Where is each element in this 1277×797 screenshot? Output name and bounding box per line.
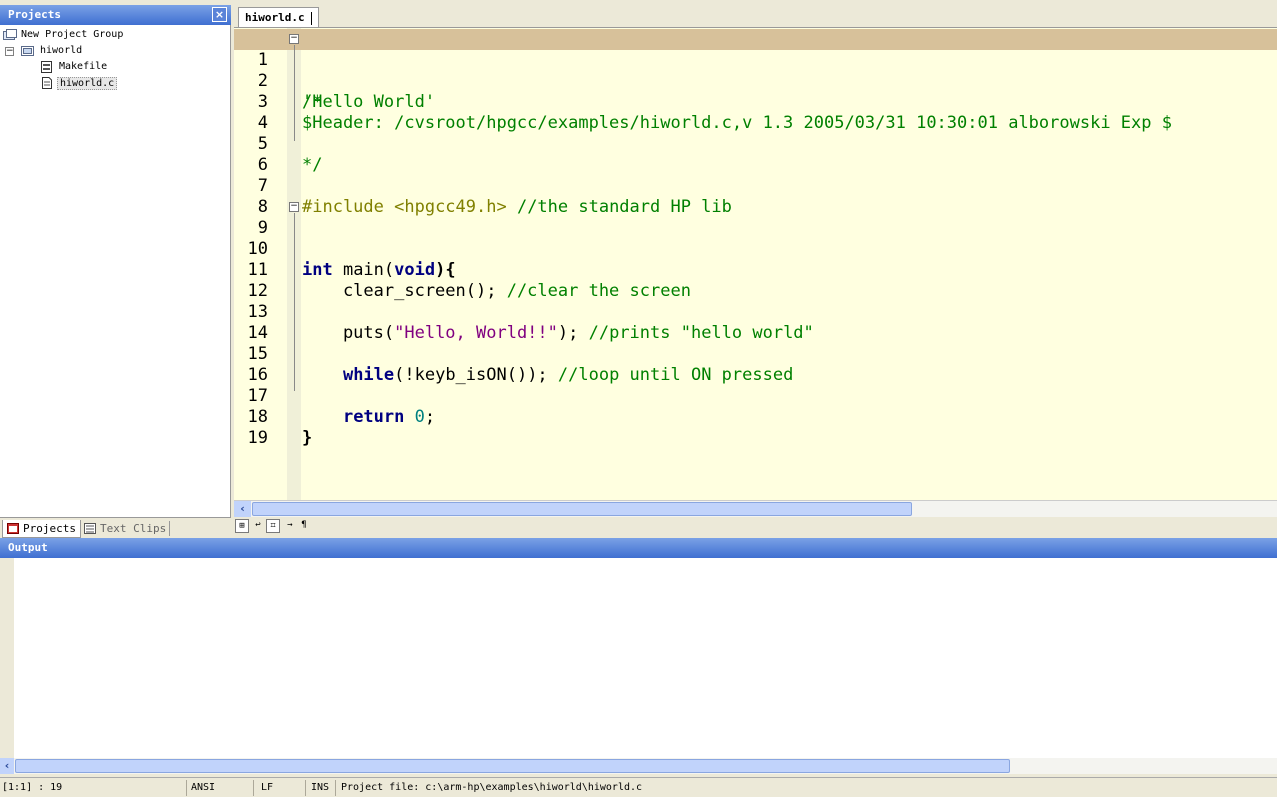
- code-line: 16: [234, 344, 1277, 385]
- tab-cursor: [310, 11, 312, 25]
- scrollbar-thumb[interactable]: [252, 502, 912, 516]
- ide-window: Projects × New Project Group − hiworld M…: [0, 0, 1277, 797]
- tree-item-makefile[interactable]: Makefile: [0, 59, 229, 75]
- output-gutter: [0, 558, 14, 758]
- code-line: 7 #include <hpgcc49.h> //the standard HP…: [234, 155, 1277, 217]
- scroll-left-icon[interactable]: ‹: [234, 501, 251, 517]
- code-line: 12: [234, 260, 1277, 301]
- show-paragraph-icon[interactable]: ¶: [297, 519, 311, 533]
- tab-hiworld-c[interactable]: hiworld.c: [238, 7, 319, 27]
- code-line: 9 − int main(void){: [234, 197, 1277, 281]
- fold-collapse-icon[interactable]: −: [289, 34, 299, 44]
- document-tabs: hiworld.c: [234, 5, 1277, 27]
- output-horizontal-scrollbar[interactable]: ‹: [0, 758, 1277, 774]
- tree-item-group-label: New Project Group: [21, 29, 124, 40]
- tab-projects[interactable]: Projects: [2, 520, 81, 538]
- status-encoding: ANSI: [191, 782, 216, 793]
- projects-title-text: Projects: [8, 8, 61, 21]
- code-line: 15 while(!keyb_isON()); //loop until ON …: [234, 323, 1277, 385]
- line-numbers-icon[interactable]: ⌗: [266, 519, 280, 533]
- tree-item-hiworld-c-label: hiworld.c: [57, 77, 118, 90]
- projects-panel: Projects × New Project Group − hiworld M…: [0, 5, 231, 539]
- status-insert-mode: INS: [311, 782, 330, 793]
- project-group-icon: [3, 29, 17, 41]
- code-line: 11 clear_screen(); //clear the screen: [234, 239, 1277, 301]
- project-icon: [21, 45, 35, 57]
- tab-projects-label: Projects: [23, 522, 76, 535]
- status-line-ending: LF: [261, 782, 274, 793]
- status-bar: [1:1] : 19 ANSI LF INS Project file: c:\…: [0, 777, 1277, 797]
- makefile-icon: [40, 61, 54, 73]
- output-title-text: Output: [8, 541, 48, 554]
- editor-horizontal-scrollbar[interactable]: ‹: [234, 500, 1277, 517]
- projects-panel-tabs: Projects Text Clips: [0, 517, 231, 539]
- status-divider: [305, 780, 306, 796]
- scrollbar-thumb[interactable]: [15, 759, 1010, 773]
- status-divider: [335, 780, 336, 796]
- code-line: 1 − /*: [234, 29, 1277, 112]
- tree-item-hiworld-c[interactable]: hiworld.c: [0, 75, 229, 91]
- status-divider: [253, 780, 254, 796]
- scroll-left-icon[interactable]: ‹: [0, 758, 14, 774]
- collapse-icon[interactable]: −: [5, 47, 14, 56]
- close-icon[interactable]: ×: [212, 7, 227, 22]
- tab-text-clips-label: Text Clips: [100, 522, 167, 535]
- tab-text-clips[interactable]: Text Clips: [80, 520, 170, 538]
- tab-hiworld-c-label: hiworld.c: [245, 11, 305, 24]
- code-line: 6: [234, 134, 1277, 175]
- output-panel[interactable]: [0, 558, 1277, 758]
- editor-toolbar: ⊞ ↩ ⌗ → ¶: [234, 517, 1277, 535]
- project-tree: New Project Group − hiworld Makefile hiw…: [0, 27, 229, 91]
- code-line: 18 }: [234, 386, 1277, 448]
- projects-tab-icon: [7, 523, 19, 534]
- code-text: }: [302, 428, 313, 448]
- tree-item-makefile-label: Makefile: [59, 61, 108, 72]
- tree-item-group[interactable]: New Project Group: [0, 27, 229, 43]
- code-line: 14: [234, 302, 1277, 343]
- code-line: 13 puts("Hello, World!!"); //prints "hel…: [234, 281, 1277, 343]
- fold-collapse-icon[interactable]: −: [289, 202, 299, 212]
- code-editor[interactable]: 1 − /* 2 'Hello World' 3 $Header: /cvsro…: [234, 27, 1277, 500]
- code-line: 2 'Hello World': [234, 50, 1277, 112]
- code-line: 8: [234, 176, 1277, 217]
- tree-item-project[interactable]: − hiworld: [0, 43, 229, 59]
- code-line: 3 $Header: /cvsroot/hpgcc/examples/hiwor…: [234, 71, 1277, 133]
- projects-panel-title: Projects ×: [0, 5, 231, 25]
- code-line: 17 return 0;: [234, 365, 1277, 427]
- status-divider: [186, 780, 187, 796]
- code-line: 10: [234, 218, 1277, 259]
- tab-divider: [169, 521, 170, 536]
- line-number: 19: [247, 428, 268, 448]
- status-project-file: Project file: c:\arm-hp\examples\hiworld…: [341, 782, 643, 793]
- code-line: 5 */: [234, 113, 1277, 175]
- code-line: 19: [234, 407, 1277, 448]
- status-cursor-position: [1:1] : 19: [2, 782, 63, 793]
- text-clips-tab-icon: [84, 523, 96, 534]
- output-panel-title: Output: [0, 538, 1277, 558]
- code-line: 4: [234, 92, 1277, 133]
- split-view-icon[interactable]: ⊞: [235, 519, 249, 533]
- c-file-icon: [40, 77, 54, 89]
- show-tabs-icon[interactable]: →: [283, 519, 297, 533]
- word-wrap-icon[interactable]: ↩: [251, 519, 265, 533]
- tree-item-project-label: hiworld: [40, 45, 83, 56]
